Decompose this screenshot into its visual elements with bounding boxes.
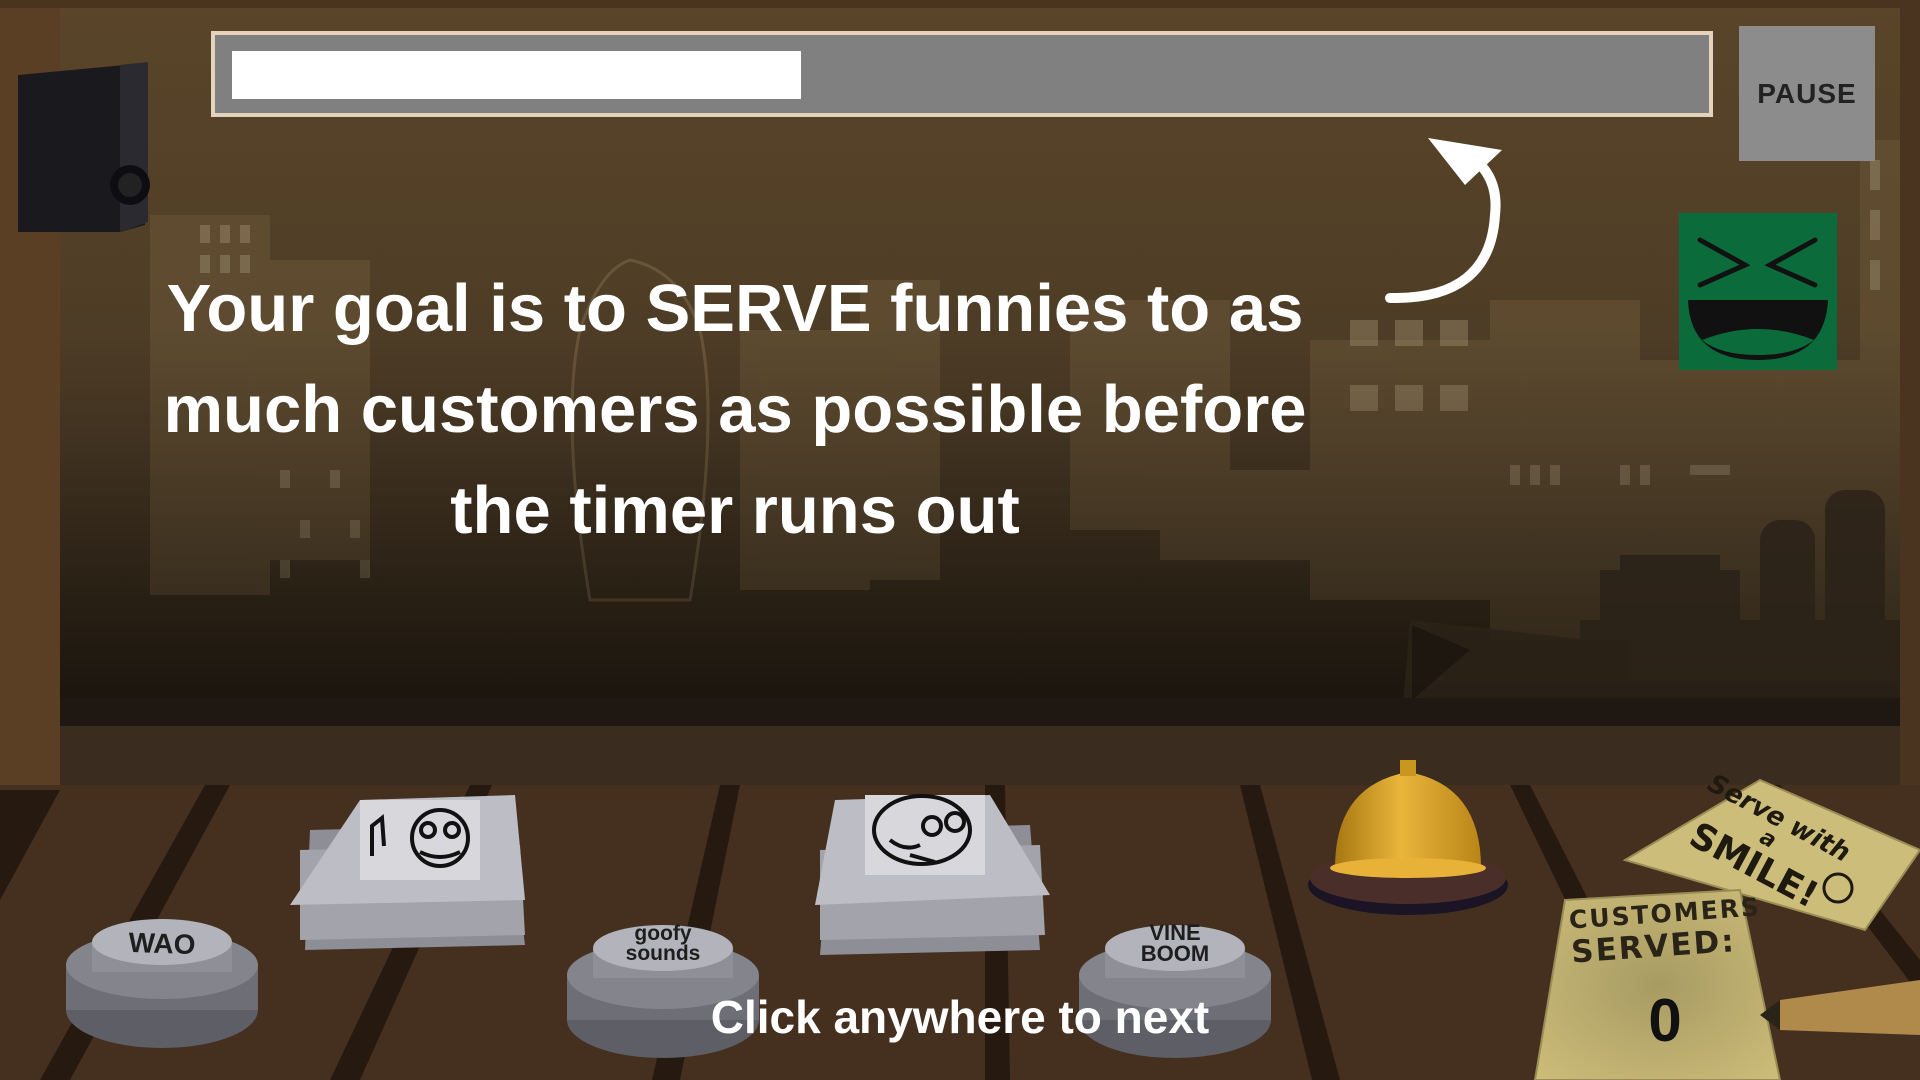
wao-button[interactable]: WAO <box>97 926 226 962</box>
instruction-line-2: much customers as possible before <box>163 372 1307 447</box>
vine-boom-label-line2: BOOM <box>1140 941 1210 966</box>
laughing-face-icon[interactable] <box>1679 213 1837 370</box>
vine-boom-button[interactable]: VINE BOOM <box>1110 920 1240 966</box>
pause-button[interactable]: PAUSE <box>1739 26 1875 161</box>
wao-button-label: WAO <box>128 926 196 961</box>
customers-served-label: CUSTOMERS SERVED: <box>1568 891 1762 970</box>
goofy-sounds-button[interactable]: goofy sounds <box>598 922 728 965</box>
goofy-sounds-label-line2: sounds <box>625 942 701 965</box>
speaker-icon[interactable] <box>18 62 150 232</box>
click-to-continue-hint: Click anywhere to next <box>710 991 1210 1043</box>
timer-fill <box>232 51 801 99</box>
instruction-line-3: the timer runs out <box>450 473 1020 548</box>
vine-boom-label-line1: VINE <box>1149 920 1201 945</box>
timer-bar <box>211 31 1713 117</box>
customers-served-count: 0 <box>1648 987 1682 1054</box>
goofy-sounds-label-line1: goofy <box>634 922 692 945</box>
instruction-line-1: Your goal is to SERVE funnies to as <box>166 271 1304 346</box>
tutorial-instruction: Your goal is to SERVE funnies to as much… <box>100 258 1370 561</box>
game-screen[interactable]: PAUSE Your goal is to SERVE funnies to a… <box>0 0 1920 1080</box>
